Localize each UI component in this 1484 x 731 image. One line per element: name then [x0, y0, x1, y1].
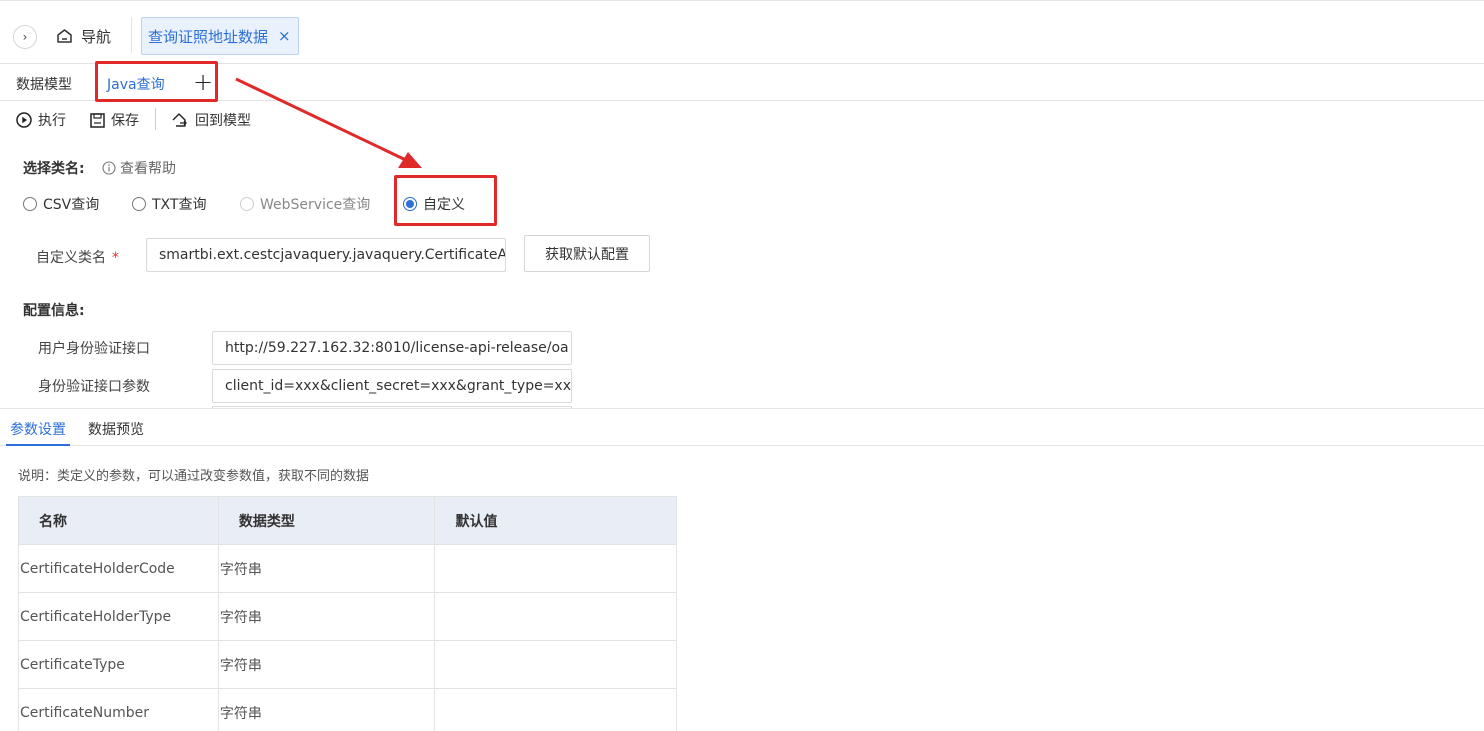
class-name-label-text: 自定义类名: [36, 250, 106, 266]
close-icon[interactable]: ×: [278, 27, 291, 45]
back-to-model-label: 回到模型: [195, 113, 251, 129]
radio-label: WebService查询: [260, 197, 371, 213]
cell-default[interactable]: [434, 592, 677, 641]
column-header-name: 名称: [18, 496, 219, 545]
sub-tab-bar: 数据模型 Java查询 +: [0, 64, 1484, 101]
save-button[interactable]: 保存: [90, 110, 139, 130]
select-class-label: 选择类名:: [23, 161, 85, 177]
cell-type: 字符串: [217, 688, 436, 731]
back-to-model-button[interactable]: 回到模型: [171, 110, 251, 130]
bottom-tab-bar: 参数设置 数据预览: [0, 409, 1484, 446]
auth-url-label: 用户身份验证接口: [38, 341, 150, 357]
radio-label: CSV查询: [43, 197, 100, 213]
radio-circle[interactable]: [132, 197, 146, 211]
divider: [131, 17, 132, 53]
nav-label: 导航: [81, 27, 112, 46]
table-header-row: 名称 数据类型 默认值: [18, 496, 677, 545]
column-header-default: 默认值: [434, 496, 677, 545]
cell-default[interactable]: [434, 544, 677, 593]
config-info-label: 配置信息:: [23, 303, 85, 319]
radio-circle[interactable]: [23, 197, 37, 211]
run-button[interactable]: 执行: [16, 110, 66, 130]
table-row: CertificateType 字符串: [18, 640, 677, 689]
chevron-right-icon: ›: [22, 30, 28, 44]
cell-default[interactable]: [434, 688, 677, 731]
cell-default[interactable]: [434, 640, 677, 689]
home-icon: [57, 29, 72, 43]
cell-type: 字符串: [217, 544, 436, 593]
tab-data-preview[interactable]: 数据预览: [88, 419, 144, 439]
nav-button[interactable]: 导航: [56, 23, 111, 49]
bottom-panel: 参数设置 数据预览 说明：类定义的参数，可以通过改变参数值，获取不同的数据 名称…: [0, 408, 1484, 731]
save-icon: [90, 112, 105, 128]
radio-csv[interactable]: CSV查询: [23, 194, 99, 214]
save-label: 保存: [111, 113, 139, 129]
class-name-input[interactable]: smartbi.ext.cestcjavaquery.javaquery.Cer…: [146, 238, 506, 272]
cell-name: CertificateHolderCode: [18, 544, 219, 593]
table-row: CertificateNumber 字符串: [18, 688, 677, 731]
tab-param-settings[interactable]: 参数设置: [10, 419, 66, 439]
help-label: 查看帮助: [120, 161, 176, 177]
tab-data-model[interactable]: 数据模型: [16, 74, 72, 94]
help-link[interactable]: 查看帮助: [102, 158, 176, 178]
table-row: CertificateHolderType 字符串: [18, 592, 677, 641]
radio-label: TXT查询: [152, 197, 207, 213]
radio-webservice: WebService查询: [240, 194, 370, 214]
expand-sidebar-button[interactable]: ›: [13, 25, 37, 49]
annotation-box-custom-radio: [394, 175, 497, 226]
active-tab-indicator: [6, 444, 70, 446]
cell-name: CertificateNumber: [18, 688, 219, 731]
toolbar: 执行 保存 回到模型: [0, 108, 400, 132]
radio-txt[interactable]: TXT查询: [132, 194, 206, 214]
auth-url-input[interactable]: http://59.227.162.32:8010/license-api-re…: [212, 331, 572, 365]
cell-name: CertificateHolderType: [18, 592, 219, 641]
get-default-config-button[interactable]: 获取默认配置: [524, 235, 650, 272]
info-icon: [102, 161, 116, 175]
cell-type: 字符串: [217, 640, 436, 689]
cell-type: 字符串: [217, 592, 436, 641]
param-note: 说明：类定义的参数，可以通过改变参数值，获取不同的数据: [18, 469, 370, 484]
auth-params-input[interactable]: client_id=xxx&client_secret=xxx&grant_ty…: [212, 369, 572, 403]
param-table: 名称 数据类型 默认值 CertificateHolderCode 字符串 Ce…: [18, 496, 677, 731]
required-mark: *: [112, 250, 119, 266]
class-name-label: 自定义类名 *: [36, 247, 119, 267]
home-return-icon: [172, 113, 187, 127]
document-tab[interactable]: 查询证照地址数据 ×: [141, 17, 299, 55]
auth-params-label: 身份验证接口参数: [38, 379, 150, 395]
radio-circle: [240, 197, 254, 211]
play-circle-icon: [16, 112, 32, 128]
run-label: 执行: [38, 113, 66, 129]
cell-name: CertificateType: [18, 640, 219, 689]
column-header-type: 数据类型: [217, 496, 436, 545]
document-tab-label: 查询证照地址数据: [148, 27, 269, 46]
top-tab-bar: › 导航 查询证照地址数据 ×: [0, 0, 1484, 64]
divider: [155, 108, 156, 130]
annotation-box-java-tab: [95, 61, 218, 102]
table-row: CertificateHolderCode 字符串: [18, 544, 677, 593]
